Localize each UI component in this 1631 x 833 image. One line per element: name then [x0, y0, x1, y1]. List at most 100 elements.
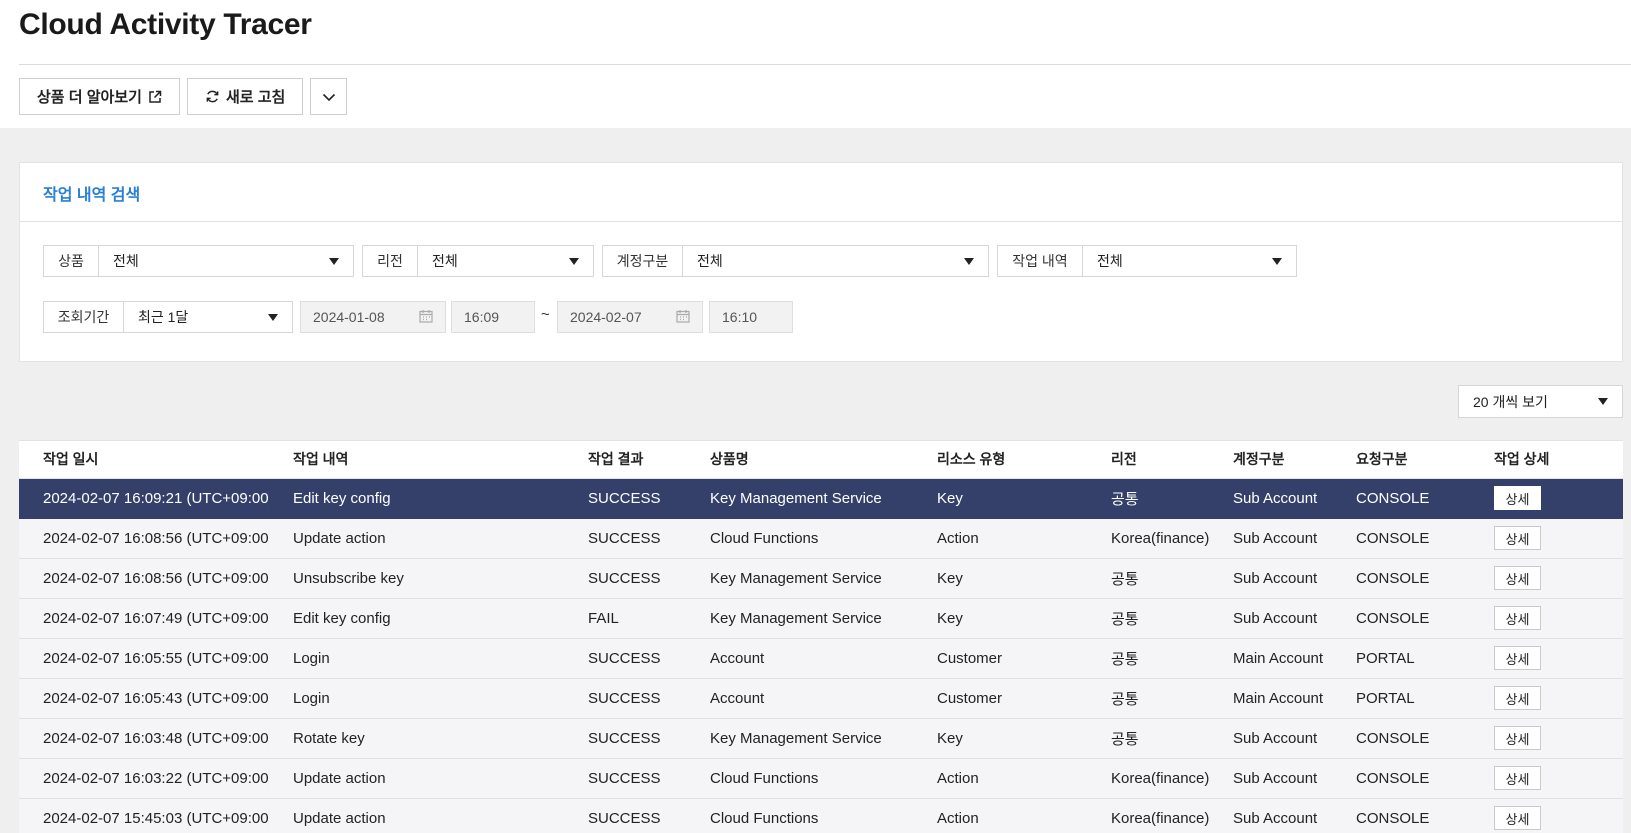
- more-actions-button[interactable]: [310, 78, 348, 115]
- start-time-input[interactable]: 16:09: [451, 301, 535, 333]
- table-row[interactable]: 2024-02-07 16:05:55 (UTC+09:00) Login SUCC…: [19, 638, 1623, 679]
- table-row[interactable]: 2024-02-07 16:07:49 (UTC+09:00) Edit key …: [19, 598, 1623, 639]
- table-row[interactable]: 2024-02-07 16:08:56 (UTC+09:00) Unsubscri…: [19, 558, 1623, 599]
- cell-detail: 상세: [1470, 478, 1623, 519]
- detail-button[interactable]: 상세: [1494, 606, 1541, 630]
- cell-resource-type: Action: [913, 758, 1087, 799]
- cell-activity: Edit key config: [269, 598, 564, 639]
- search-panel: 작업 내역 검색 상품 전체 리전 전체 계정구분 전체 작업 내역 전체 조회…: [19, 162, 1623, 362]
- detail-button[interactable]: 상세: [1494, 486, 1541, 510]
- activity-filter-label: 작업 내역: [998, 246, 1083, 276]
- start-date-input[interactable]: 2024-01-08: [300, 301, 446, 333]
- dropdown-triangle-icon: [329, 257, 339, 265]
- cell-product: Account: [686, 678, 913, 719]
- period-select-value: 최근 1달: [138, 309, 189, 325]
- cell-request-type: CONSOLE: [1332, 758, 1470, 799]
- cell-resource-type: Key: [913, 478, 1087, 519]
- refresh-label: 새로 고침: [225, 89, 286, 106]
- cell-activity: Login: [269, 638, 564, 679]
- cell-account-type: Sub Account: [1209, 518, 1332, 559]
- page-size-select[interactable]: 20 개씩 보기: [1458, 385, 1623, 418]
- cell-result: SUCCESS: [564, 718, 686, 759]
- table-row[interactable]: 2024-02-07 16:05:43 (UTC+09:00) Login SUCC…: [19, 678, 1623, 719]
- cell-time: 2024-02-07 16:09:21 (UTC+09:00): [19, 478, 269, 519]
- column-header: 작업 일시: [19, 441, 269, 479]
- page-size-value: 20 개씩 보기: [1473, 393, 1548, 410]
- cell-result: SUCCESS: [564, 558, 686, 599]
- search-divider: [20, 221, 1622, 222]
- cell-result: SUCCESS: [564, 638, 686, 679]
- cell-request-type: CONSOLE: [1332, 478, 1470, 519]
- cell-time: 2024-02-07 16:08:56 (UTC+09:00): [19, 558, 269, 599]
- cell-product: Cloud Functions: [686, 518, 913, 559]
- cell-resource-type: Key: [913, 598, 1087, 639]
- cell-request-type: PORTAL: [1332, 638, 1470, 679]
- region-select-value: 전체: [432, 253, 458, 269]
- cell-region: 공통: [1087, 478, 1209, 519]
- detail-button[interactable]: 상세: [1494, 646, 1541, 670]
- cell-request-type: PORTAL: [1332, 678, 1470, 719]
- cell-detail: 상세: [1470, 638, 1623, 679]
- cell-account-type: Sub Account: [1209, 758, 1332, 799]
- detail-button[interactable]: 상세: [1494, 806, 1541, 830]
- cell-product: Key Management Service: [686, 558, 913, 599]
- end-time-value: 16:10: [722, 309, 758, 325]
- table-row[interactable]: 2024-02-07 16:03:48 (UTC+09:00) Rotate ke…: [19, 718, 1623, 759]
- column-header: 리소스 유형: [913, 441, 1087, 479]
- detail-button[interactable]: 상세: [1494, 686, 1541, 710]
- cell-request-type: CONSOLE: [1332, 518, 1470, 559]
- cell-detail: 상세: [1470, 558, 1623, 599]
- table-row[interactable]: 2024-02-07 15:45:03 (UTC+09:00) Update ac…: [19, 798, 1623, 833]
- cell-region: Korea(finance): [1087, 758, 1209, 799]
- calendar-icon: [676, 309, 690, 326]
- table-header-row: 작업 일시 작업 내역 작업 결과 상품명 리소스 유형 리전 계정구분 요청구분 작업 상세: [19, 441, 1623, 479]
- cell-request-type: CONSOLE: [1332, 798, 1470, 833]
- cell-activity: Rotate key: [269, 718, 564, 759]
- cell-resource-type: Customer: [913, 678, 1087, 719]
- learn-more-button[interactable]: 상품 더 알아보기: [19, 78, 180, 115]
- dropdown-triangle-icon: [268, 313, 278, 321]
- date-range-separator: ~: [541, 306, 550, 323]
- activity-select[interactable]: 전체: [1083, 246, 1296, 276]
- external-link-icon: [148, 90, 162, 104]
- table-row[interactable]: 2024-02-07 16:09:21 (UTC+09:00) Edit key …: [19, 478, 1623, 519]
- cell-product: Account: [686, 638, 913, 679]
- cell-result: SUCCESS: [564, 798, 686, 833]
- end-date-input[interactable]: 2024-02-07: [557, 301, 703, 333]
- cell-time: 2024-02-07 16:05:43 (UTC+09:00): [19, 678, 269, 719]
- cell-product: Key Management Service: [686, 598, 913, 639]
- product-filter: 상품 전체: [43, 245, 354, 277]
- detail-button[interactable]: 상세: [1494, 566, 1541, 590]
- detail-button[interactable]: 상세: [1494, 526, 1541, 550]
- cell-time: 2024-02-07 16:07:49 (UTC+09:00): [19, 598, 269, 639]
- end-date-value: 2024-02-07: [570, 309, 642, 325]
- region-filter-label: 리전: [363, 246, 418, 276]
- column-header: 상품명: [686, 441, 913, 479]
- table-row[interactable]: 2024-02-07 16:03:22 (UTC+09:00) Update ac…: [19, 758, 1623, 799]
- column-header: 요청구분: [1332, 441, 1470, 479]
- cell-region: 공통: [1087, 558, 1209, 599]
- cell-activity: Update action: [269, 798, 564, 833]
- cell-account-type: Main Account: [1209, 638, 1332, 679]
- cell-region: 공통: [1087, 638, 1209, 679]
- calendar-icon: [419, 309, 433, 326]
- detail-button[interactable]: 상세: [1494, 766, 1541, 790]
- column-header: 작업 내역: [269, 441, 564, 479]
- account-type-select[interactable]: 전체: [683, 246, 988, 276]
- table-row[interactable]: 2024-02-07 16:08:56 (UTC+09:00) Update ac…: [19, 518, 1623, 559]
- detail-button[interactable]: 상세: [1494, 726, 1541, 750]
- cell-resource-type: Action: [913, 518, 1087, 559]
- column-header: 작업 상세: [1470, 441, 1623, 479]
- cell-activity: Unsubscribe key: [269, 558, 564, 599]
- period-select[interactable]: 최근 1달: [124, 302, 292, 332]
- product-select[interactable]: 전체: [99, 246, 353, 276]
- cell-resource-type: Key: [913, 718, 1087, 759]
- cell-account-type: Sub Account: [1209, 478, 1332, 519]
- refresh-button[interactable]: 새로 고침: [186, 78, 304, 115]
- cell-resource-type: Key: [913, 558, 1087, 599]
- end-time-input[interactable]: 16:10: [709, 301, 793, 333]
- product-filter-label: 상품: [44, 246, 99, 276]
- cell-request-type: CONSOLE: [1332, 598, 1470, 639]
- cell-result: FAIL: [564, 598, 686, 639]
- region-select[interactable]: 전체: [418, 246, 593, 276]
